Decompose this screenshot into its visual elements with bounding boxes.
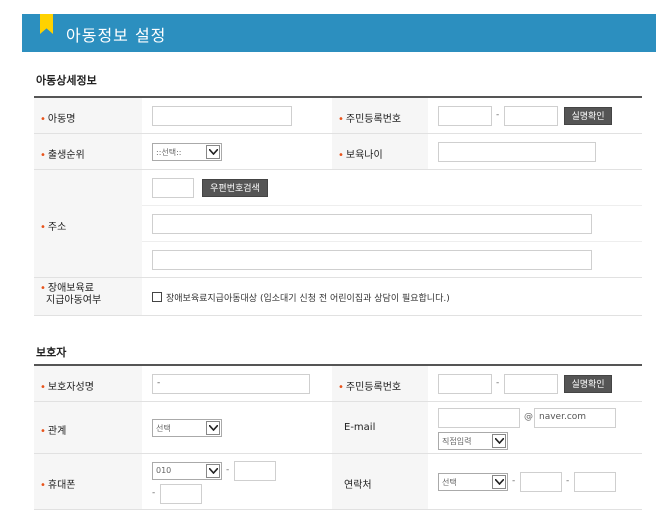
relation-select[interactable]: 선택 xyxy=(152,419,222,437)
guardian-verify-button[interactable]: 실명확인 xyxy=(564,375,612,393)
guardian-rrn-label: 주민등록번호 xyxy=(345,382,402,393)
disability-checkbox[interactable] xyxy=(152,292,162,302)
bookmark-icon xyxy=(40,14,53,34)
zip-search-button[interactable]: 우편번호검색 xyxy=(202,179,268,197)
chevron-down-icon xyxy=(206,464,220,478)
chevron-down-icon xyxy=(206,421,220,435)
mobile-last-input[interactable] xyxy=(160,484,202,504)
contact-middle-input[interactable] xyxy=(520,472,562,492)
mobile-label: 휴대폰 xyxy=(47,480,76,491)
contact-dash: - xyxy=(566,476,570,486)
address-line1-input[interactable] xyxy=(152,214,592,234)
child-name-label: 아동명 xyxy=(47,114,76,125)
mobile-middle-input[interactable] xyxy=(234,461,276,481)
mobile-dash: - xyxy=(226,465,230,475)
page-header: 아동정보 설정 xyxy=(22,14,656,52)
child-rrn-label: 주민등록번호 xyxy=(345,114,402,125)
table-row: • 장애보육료 지급아동여부 장애보육료지급아동대상 (입소대기 신청 전 어린이… xyxy=(34,278,642,316)
table-row: • 아동명 • 주민등록번호 - 실명확인 xyxy=(34,98,642,134)
mobile-dash: - xyxy=(152,488,156,498)
email-id-input[interactable] xyxy=(438,408,520,428)
contact-label: 연락처 xyxy=(344,480,372,491)
birth-order-label: 출생순위 xyxy=(47,150,85,161)
guardian-name-label: 보호자성명 xyxy=(47,382,94,393)
email-at: @ xyxy=(524,412,533,422)
child-verify-button[interactable]: 실명확인 xyxy=(564,107,612,125)
child-rrn-back-input[interactable] xyxy=(504,106,558,126)
care-age-input[interactable] xyxy=(438,142,596,162)
email-domain-select[interactable]: 직접입력 xyxy=(438,432,508,450)
table-row: • 관계 선택 E-mail @ naver.com 직접입력 xyxy=(34,402,642,454)
guardian-name-input[interactable]: - xyxy=(152,374,310,394)
guardian-section-title: 보호자 xyxy=(36,346,67,359)
chevron-down-icon xyxy=(206,145,220,159)
guardian-rrn-front-input[interactable] xyxy=(438,374,492,394)
zipcode-input[interactable] xyxy=(152,178,194,198)
child-rrn-front-input[interactable] xyxy=(438,106,492,126)
table-row: • 보호자성명 - • 주민등록번호 - 실명확인 xyxy=(34,366,642,402)
table-row: • 휴대폰 010 - - 연락처 선택 - - xyxy=(34,454,642,510)
table-row: • 출생순위 ::선택:: • 보육나이 xyxy=(34,134,642,170)
guardian-rrn-back-input[interactable] xyxy=(504,374,558,394)
guardian-info-table: • 보호자성명 - • 주민등록번호 - 실명확인 • 관계 선택 E-mail @ … xyxy=(34,364,642,510)
mobile-prefix-select[interactable]: 010 xyxy=(152,462,222,480)
chevron-down-icon xyxy=(492,475,506,489)
contact-prefix-select[interactable]: 선택 xyxy=(438,473,508,491)
chevron-down-icon xyxy=(492,434,506,448)
page-title: 아동정보 설정 xyxy=(66,26,167,45)
disability-label-line2: 지급아동여부 xyxy=(46,295,102,306)
table-row: • 주소 우편번호검색 xyxy=(34,170,642,278)
birth-order-select[interactable]: ::선택:: xyxy=(152,143,222,161)
rrn-dash: - xyxy=(496,110,500,120)
disability-checkbox-label: 장애보육료지급아동대상 (입소대기 신청 전 어린이집과 상담이 필요합니다.) xyxy=(166,294,450,304)
relation-label: 관계 xyxy=(47,426,67,437)
contact-last-input[interactable] xyxy=(574,472,616,492)
child-info-table: • 아동명 • 주민등록번호 - 실명확인 • 출생순위 ::선택:: • 보육나이 •… xyxy=(34,96,642,316)
address-line2-input[interactable] xyxy=(152,250,592,270)
contact-dash: - xyxy=(512,476,516,486)
child-section-title: 아동상세정보 xyxy=(36,74,97,87)
child-name-input[interactable] xyxy=(152,106,292,126)
address-label: 주소 xyxy=(47,222,67,233)
care-age-label: 보육나이 xyxy=(345,150,383,161)
disability-label-line1: 장애보육료 xyxy=(47,283,94,294)
email-domain-input[interactable]: naver.com xyxy=(534,408,616,428)
email-label: E-mail xyxy=(344,422,376,433)
rrn-dash: - xyxy=(496,378,500,388)
